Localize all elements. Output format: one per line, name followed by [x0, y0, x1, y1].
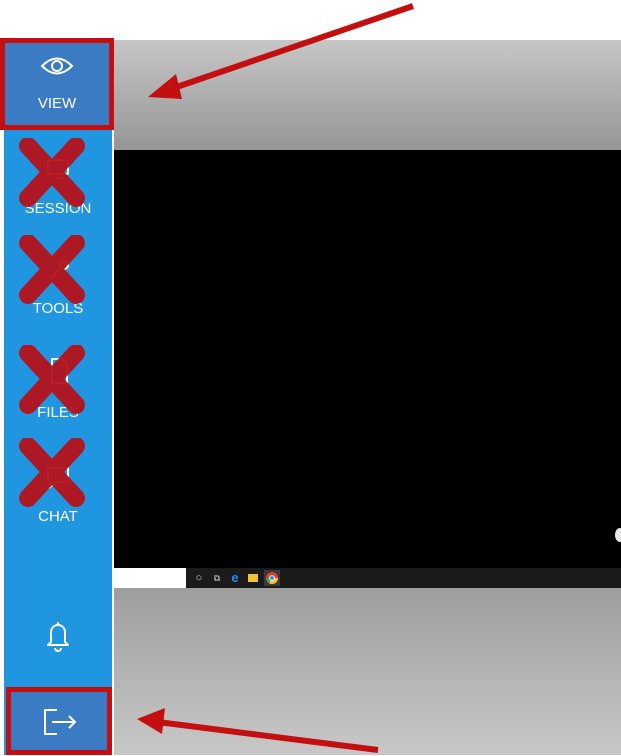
arrow-annotation	[137, 3, 414, 753]
